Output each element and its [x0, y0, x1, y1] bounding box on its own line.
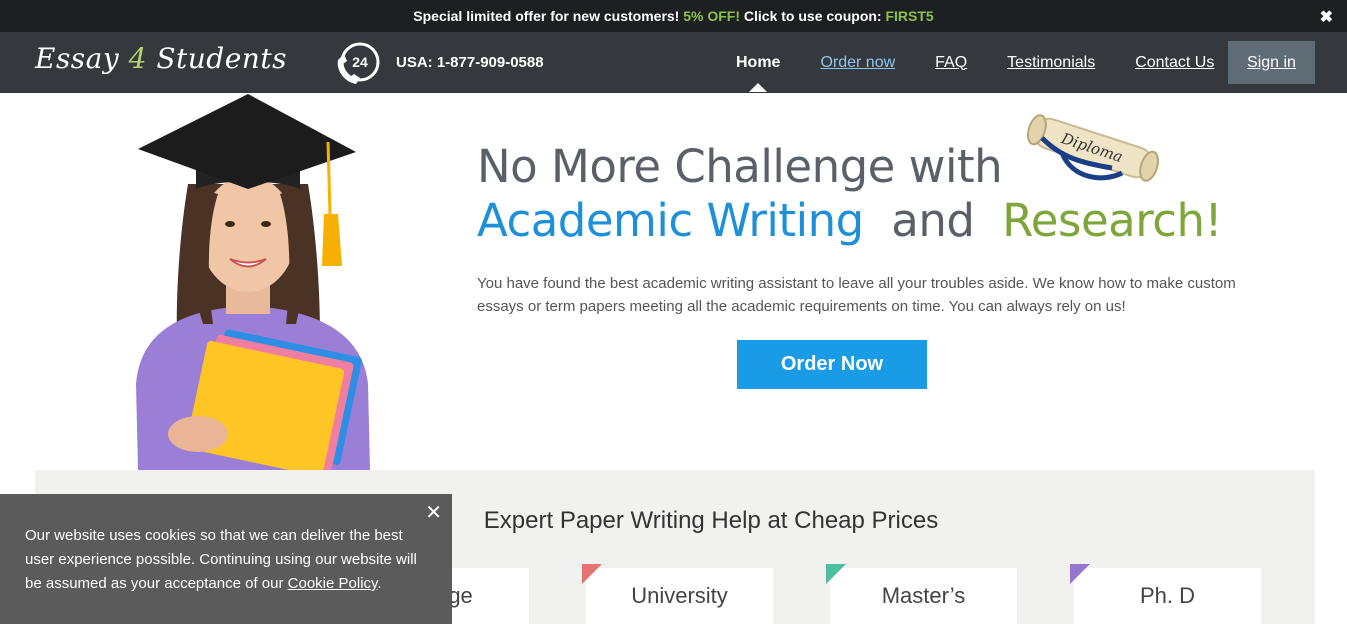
nav-faq[interactable]: FAQ	[935, 54, 967, 72]
card-corner-university	[582, 564, 602, 584]
cookie-banner: ✕ Our website uses cookies so that we ca…	[0, 494, 452, 624]
promo-text-before: Special limited offer for new customers!	[413, 8, 680, 24]
card-corner-masters	[826, 564, 846, 584]
promo-close-icon[interactable]: ✖	[1320, 7, 1333, 27]
promo-discount: 5% OFF!	[683, 8, 741, 24]
level-label-phd: Ph. D	[1139, 583, 1196, 608]
sign-in-button[interactable]: Sign in	[1228, 41, 1315, 84]
hero-title-research: Research!	[1002, 194, 1223, 247]
site-logo[interactable]: Essay 4 Students	[35, 42, 287, 75]
hero-title-and: and	[877, 194, 989, 247]
nav-order-now[interactable]: Order now	[820, 54, 895, 72]
logo-text-4: 4	[128, 42, 147, 75]
nav-contact-us[interactable]: Contact Us	[1135, 54, 1214, 72]
phone-badge-text: 24	[352, 54, 368, 70]
hero-title-academic: Academic Writing	[477, 194, 864, 247]
logo-text-2: Students	[146, 42, 287, 75]
cookie-policy-link[interactable]: Cookie Policy	[288, 575, 378, 592]
level-label-masters: Master’s	[881, 583, 966, 608]
phone-number[interactable]: USA: 1-877-909-0588	[396, 54, 544, 71]
promo-coupon: FIRST5	[885, 8, 934, 24]
cookie-text-end: .	[377, 575, 382, 592]
phone-24-icon: 24	[337, 42, 380, 84]
card-corner-phd	[1070, 564, 1090, 584]
cookie-close-icon[interactable]: ✕	[425, 501, 442, 525]
level-card-university[interactable]: University	[582, 564, 773, 624]
logo-text-1: Essay	[35, 42, 129, 75]
promo-text-middle: Click to use coupon:	[743, 8, 882, 24]
hero-description: You have found the best academic writing…	[477, 275, 1236, 315]
order-now-button[interactable]: Order Now	[737, 340, 927, 389]
hero-title: No More Challenge with Academic Writing …	[477, 140, 1223, 248]
level-label-university: University	[631, 583, 728, 608]
main-nav: Home Order now FAQ Testimonials Contact …	[716, 32, 1234, 93]
level-card-phd[interactable]: Ph. D	[1070, 564, 1261, 624]
hero-title-line1: No More Challenge with	[477, 140, 1003, 193]
student-graduate-image	[136, 94, 370, 470]
nav-testimonials[interactable]: Testimonials	[1007, 54, 1095, 72]
promo-bar[interactable]: Special limited offer for new customers!…	[0, 0, 1347, 32]
nav-home[interactable]: Home	[736, 54, 780, 92]
site-header: Essay 4 Students 24 USA: 1-877-909-0588 …	[0, 32, 1347, 93]
level-card-masters[interactable]: Master’s	[826, 564, 1017, 624]
